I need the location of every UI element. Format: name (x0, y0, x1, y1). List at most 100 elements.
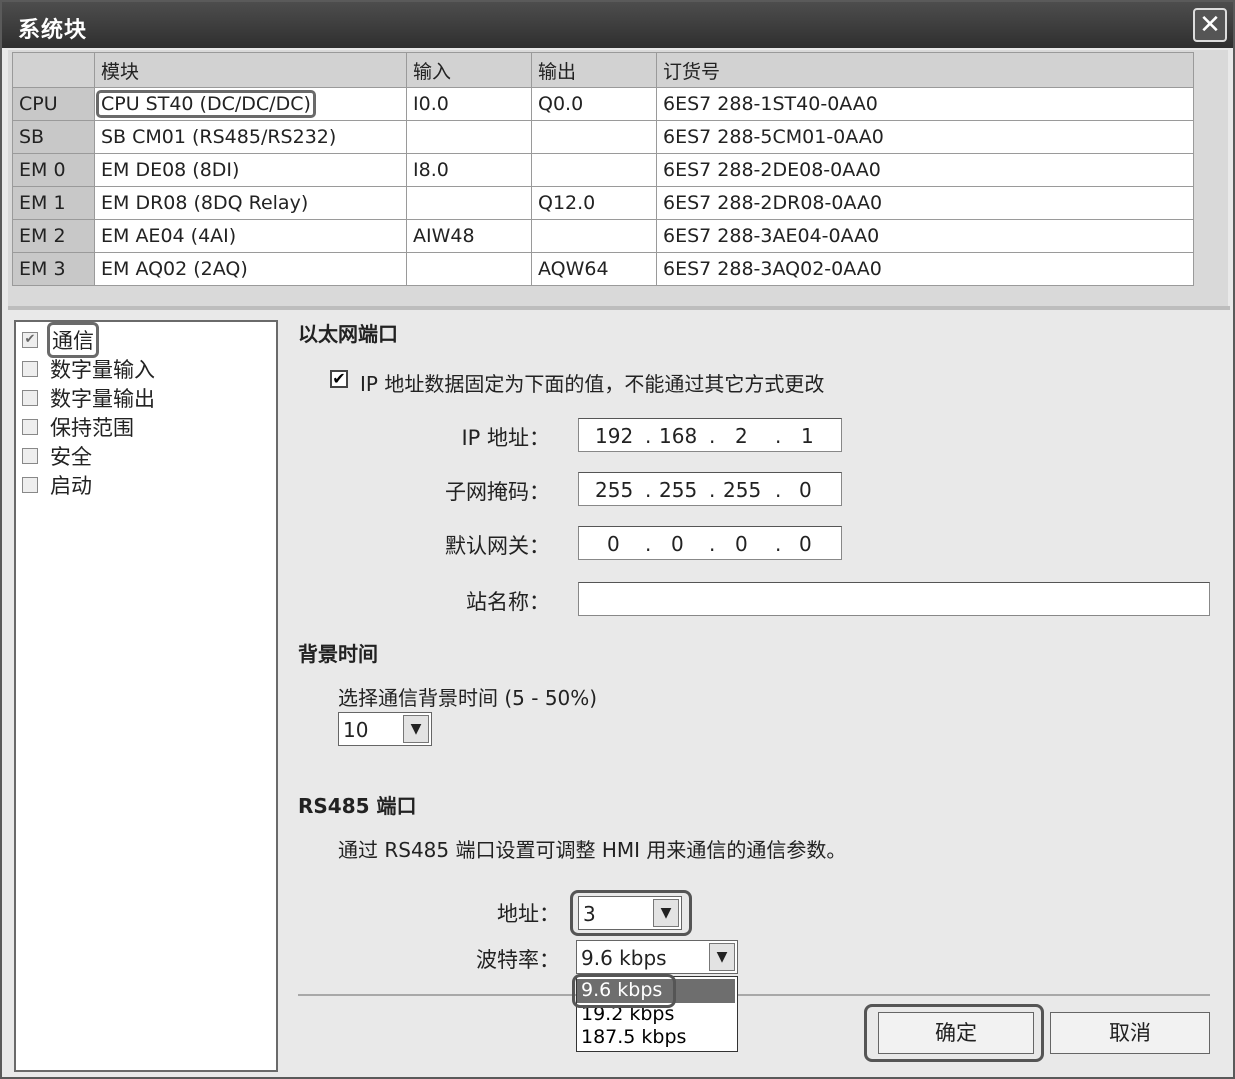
row-order-number[interactable]: 6ES7 288-3AE04-0AA0 (656, 219, 1194, 253)
selected-module-highlight[interactable]: CPU ST40 (DC/DC/DC) (96, 90, 316, 118)
chevron-down-icon[interactable]: ▼ (653, 899, 679, 927)
tree-item-digital-output[interactable]: 数字量输出 (22, 384, 155, 412)
row-input[interactable]: AIW48 (406, 219, 532, 253)
column-header-module: 模块 (94, 52, 407, 88)
row-output[interactable]: AQW64 (531, 252, 657, 286)
row-output[interactable] (531, 219, 657, 253)
table-row[interactable]: EM 1 EM DR08 (8DQ Relay) Q12.0 6ES7 288-… (12, 186, 1194, 220)
row-module[interactable]: EM DR08 (8DQ Relay) (94, 186, 407, 220)
ip-dot: . (709, 424, 716, 448)
gateway-octet-2: 0 (671, 532, 684, 556)
row-output[interactable] (531, 120, 657, 154)
row-input[interactable] (406, 252, 532, 286)
module-table: 模块 输入 输出 订货号 CPU CPU ST40 (DC/DC/DC) I0.… (12, 52, 1194, 286)
row-input[interactable]: I8.0 (406, 153, 532, 187)
tree-item-security[interactable]: 安全 (22, 442, 92, 470)
ip-dot: . (645, 478, 652, 502)
rs485-description: 通过 RS485 端口设置可调整 HMI 用来通信的通信参数。 (338, 838, 847, 862)
tree-item-digital-input[interactable]: 数字量输入 (22, 355, 155, 383)
subnet-mask-input[interactable]: 255 . 255 . 255 . 0 (578, 472, 842, 506)
ip-octet-2: 168 (659, 424, 698, 448)
row-slot: SB (12, 120, 95, 154)
cancel-button[interactable]: 取消 (1050, 1012, 1210, 1054)
table-header-row: 模块 输入 输出 订货号 (12, 52, 1194, 88)
ip-dot: . (775, 478, 782, 502)
mask-octet-3: 255 (723, 478, 762, 502)
row-order-number[interactable]: 6ES7 288-3AQ02-0AA0 (656, 252, 1194, 286)
row-input[interactable] (406, 186, 532, 220)
row-input[interactable] (406, 120, 532, 154)
unchecked-icon (22, 477, 38, 493)
column-header-order-number: 订货号 (656, 52, 1194, 88)
row-module[interactable]: EM DE08 (8DI) (94, 153, 407, 187)
background-time-select[interactable]: 10 ▼ (338, 712, 432, 746)
row-output[interactable]: Q0.0 (531, 87, 657, 121)
baud-option-187-5[interactable]: 187.5 kbps (581, 1026, 686, 1050)
tree-item-communication[interactable]: ✔ 通信 (22, 322, 99, 358)
row-output[interactable] (531, 153, 657, 187)
ip-dot: . (645, 424, 652, 448)
station-name-input[interactable] (578, 582, 1210, 616)
gateway-octet-4: 0 (799, 532, 812, 556)
window-title: 系统块 (18, 18, 88, 43)
chevron-down-icon[interactable]: ▼ (709, 943, 735, 971)
gateway-octet-3: 0 (735, 532, 748, 556)
column-header-input: 输入 (406, 52, 532, 88)
close-button[interactable]: ✕ (1193, 8, 1227, 42)
title-bar: 系统块 ✕ (2, 2, 1233, 48)
table-row[interactable]: CPU CPU ST40 (DC/DC/DC) I0.0 Q0.0 6ES7 2… (12, 87, 1194, 121)
settings-panel: 以太网端口 ✔ IP 地址数据固定为下面的值，不能通过其它方式更改 IP 地址：… (280, 312, 1230, 1072)
background-time-label: 选择通信背景时间 (5 - 50%) (338, 686, 598, 710)
table-row[interactable]: EM 2 EM AE04 (4AI) AIW48 6ES7 288-3AE04-… (12, 219, 1194, 253)
table-row[interactable]: EM 3 EM AQ02 (2AQ) AQW64 6ES7 288-3AQ02-… (12, 252, 1194, 286)
row-output[interactable]: Q12.0 (531, 186, 657, 220)
fixed-ip-checkbox[interactable]: ✔ (330, 370, 348, 388)
subnet-mask-label: 子网掩码： (445, 480, 550, 504)
tree-item-label: 启动 (50, 474, 92, 498)
rs485-address-value: 3 (583, 902, 596, 926)
baud-option-highlight (572, 974, 676, 1008)
column-header-slot (12, 52, 95, 88)
ok-button[interactable]: 确定 (878, 1012, 1034, 1054)
default-gateway-label: 默认网关： (445, 534, 550, 558)
column-header-output: 输出 (531, 52, 657, 88)
table-row[interactable]: EM 0 EM DE08 (8DI) I8.0 6ES7 288-2DE08-0… (12, 153, 1194, 187)
tree-item-retentive-range[interactable]: 保持范围 (22, 413, 134, 441)
tree-item-label: 数字量输入 (50, 358, 155, 382)
chevron-down-icon[interactable]: ▼ (403, 715, 429, 743)
row-module[interactable]: EM AE04 (4AI) (94, 219, 407, 253)
mask-octet-4: 0 (799, 478, 812, 502)
tree-item-startup[interactable]: 启动 (22, 471, 92, 499)
checked-icon: ✔ (22, 332, 38, 348)
unchecked-icon (22, 448, 38, 464)
baud-rate-label: 波特率： (476, 948, 560, 972)
rs485-section-title: RS485 端口 (298, 794, 417, 818)
settings-tree: ✔ 通信 数字量输入 数字量输出 保持范围 安全 启动 (14, 320, 278, 1072)
row-slot: EM 0 (12, 153, 95, 187)
default-gateway-input[interactable]: 0 . 0 . 0 . 0 (578, 526, 842, 560)
baud-rate-select[interactable]: 9.6 kbps ▼ (576, 940, 738, 974)
bottom-separator (298, 994, 1210, 996)
row-order-number[interactable]: 6ES7 288-1ST40-0AA0 (656, 87, 1194, 121)
ip-dot: . (709, 532, 716, 556)
check-icon: ✔ (332, 369, 346, 388)
row-input[interactable]: I0.0 (406, 87, 532, 121)
row-module[interactable]: CPU ST40 (DC/DC/DC) (94, 87, 407, 121)
row-module[interactable]: EM AQ02 (2AQ) (94, 252, 407, 286)
ip-dot: . (775, 424, 782, 448)
tree-item-label: 通信 (47, 322, 99, 358)
close-icon: ✕ (1199, 10, 1221, 40)
ip-octet-1: 192 (595, 424, 634, 448)
splitter[interactable] (8, 306, 1230, 310)
table-row[interactable]: SB SB CM01 (RS485/RS232) 6ES7 288-5CM01-… (12, 120, 1194, 154)
rs485-address-select[interactable]: 3 ▼ (578, 896, 682, 930)
unchecked-icon (22, 361, 38, 377)
row-order-number[interactable]: 6ES7 288-2DR08-0AA0 (656, 186, 1194, 220)
unchecked-icon (22, 419, 38, 435)
row-module[interactable]: SB CM01 (RS485/RS232) (94, 120, 407, 154)
ethernet-section-title: 以太网端口 (298, 322, 398, 346)
row-slot: EM 1 (12, 186, 95, 220)
row-order-number[interactable]: 6ES7 288-5CM01-0AA0 (656, 120, 1194, 154)
row-order-number[interactable]: 6ES7 288-2DE08-0AA0 (656, 153, 1194, 187)
ip-address-input[interactable]: 192 . 168 . 2 . 1 (578, 418, 842, 452)
